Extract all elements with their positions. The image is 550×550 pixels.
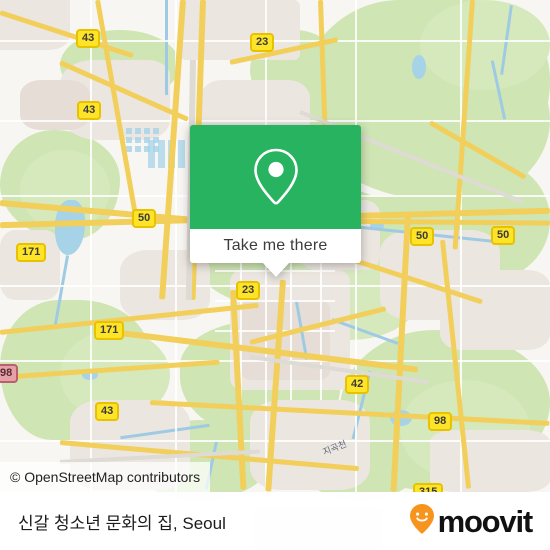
route-shield-23-center: 23 — [236, 281, 261, 300]
route-shield-43-bottom: 43 — [95, 402, 120, 421]
route-shield-23-top: 23 — [250, 33, 275, 52]
map-attribution[interactable]: © OpenStreetMap contributors — [0, 462, 211, 492]
take-me-there-label: Take me there — [223, 237, 328, 254]
card-action-area[interactable]: Take me there — [190, 229, 361, 263]
map-feature — [135, 146, 141, 152]
route-shield-171-lower: 171 — [94, 321, 125, 340]
map-feature — [126, 137, 132, 143]
card-icon-area — [190, 125, 361, 229]
map-local-road — [0, 285, 550, 287]
footer-bar: 신갈 청소년 문화의 집, Seoul moovit — [0, 492, 550, 550]
map-stream — [165, 0, 168, 95]
route-shield-50-mid: 50 — [410, 227, 435, 246]
route-shield-98: 98 — [428, 412, 453, 431]
location-pin-icon — [248, 146, 304, 208]
place-title: 신갈 청소년 문화의 집, Seoul — [18, 513, 226, 533]
route-shield-43-top: 43 — [76, 29, 101, 48]
route-shield-315: 315 — [413, 483, 444, 492]
map-feature — [412, 55, 426, 79]
take-me-there-card[interactable]: Take me there — [190, 125, 361, 277]
route-shield-50-left: 50 — [132, 209, 157, 228]
attribution-text: © OpenStreetMap contributors — [10, 469, 201, 485]
map-local-road — [0, 120, 550, 122]
map-feature — [0, 230, 60, 300]
card-pointer-tail — [261, 262, 290, 277]
route-shield-171-upper: 171 — [16, 243, 47, 262]
map-feature — [135, 137, 141, 143]
map-feature — [178, 140, 185, 168]
route-shield-398: 98 — [0, 364, 19, 383]
map-feature — [440, 270, 550, 350]
map-feature — [148, 140, 155, 168]
screenshot-root: 43 23 43 50 171 50 50 23 171 98 42 43 98 315 지곡천 © Op… — [0, 0, 550, 550]
map-feature — [158, 140, 165, 168]
map-local-road — [320, 260, 322, 400]
map-feature — [420, 0, 550, 90]
moovit-logo[interactable]: moovit — [409, 503, 534, 540]
route-shield-42: 42 — [345, 375, 370, 394]
map-feature — [144, 128, 150, 134]
route-shield-43-left: 43 — [77, 101, 102, 120]
map-feature — [135, 128, 141, 134]
map-feature — [126, 128, 132, 134]
moovit-wordmark: moovit — [437, 503, 534, 539]
route-shield-50-right: 50 — [491, 226, 516, 245]
moovit-pin-smiley-icon — [409, 503, 435, 540]
map-feature — [153, 128, 159, 134]
map-feature — [126, 146, 132, 152]
